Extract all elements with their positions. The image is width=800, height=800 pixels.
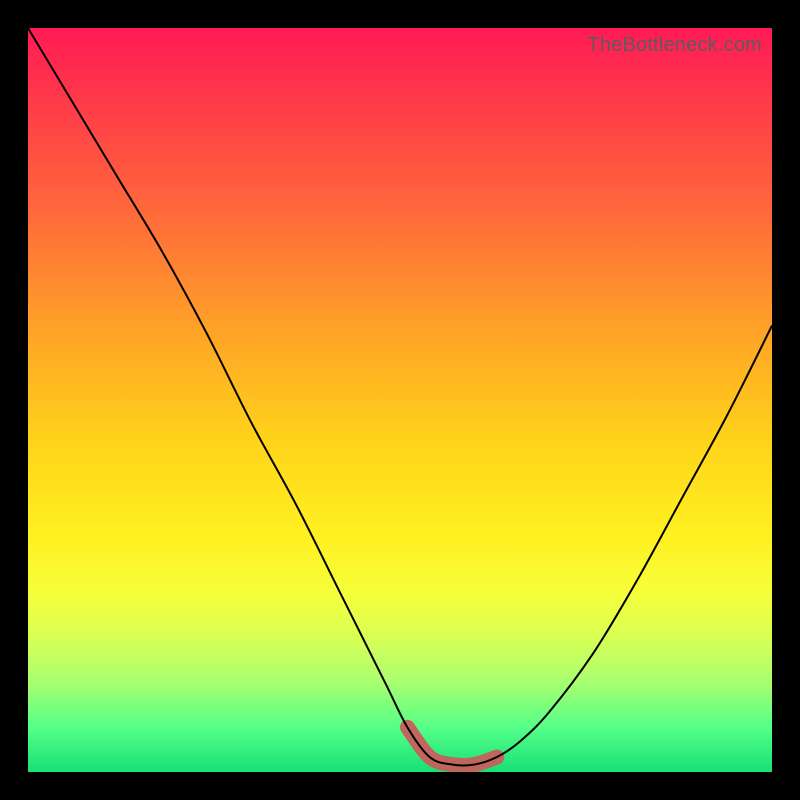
chart-stage: TheBottleneck.com: [0, 0, 800, 800]
chart-plot-area: TheBottleneck.com: [28, 28, 772, 772]
bottleneck-curve: [28, 28, 772, 765]
chart-svg: [28, 28, 772, 772]
